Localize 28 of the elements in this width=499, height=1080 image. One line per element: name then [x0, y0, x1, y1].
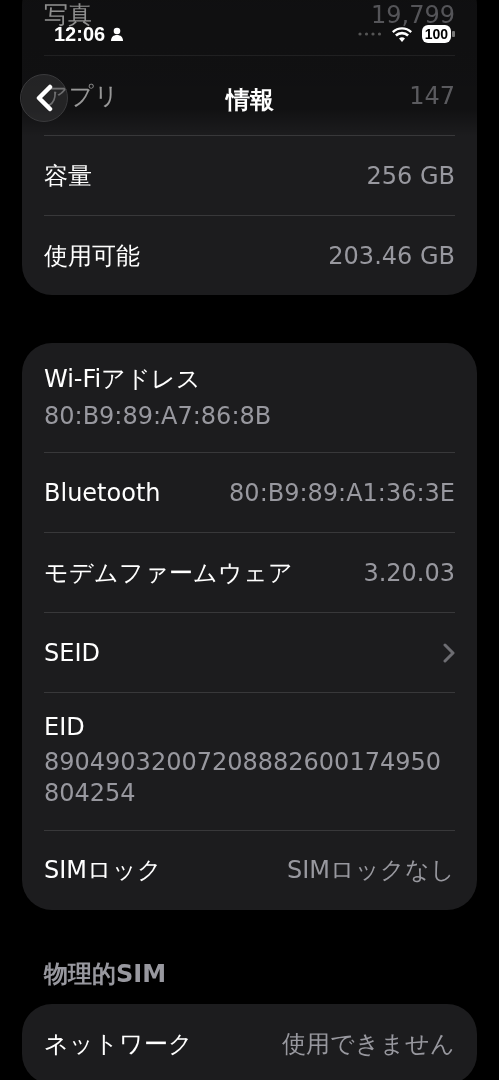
chevron-icon	[443, 642, 455, 663]
back-button[interactable]	[20, 74, 68, 122]
row-value: 80:B9:89:A1:36:3E	[229, 478, 455, 507]
row-value: 80:B9:89:A7:86:8B	[44, 401, 272, 432]
row-label: Bluetooth	[44, 478, 161, 507]
battery-level: 100	[421, 25, 451, 43]
row-value: 256 GB	[366, 161, 455, 190]
section-header: 物理的SIM	[42, 958, 168, 990]
row-label: SIMロック	[44, 855, 163, 887]
row-value: 使用できません	[282, 1028, 455, 1060]
wifi-icon	[391, 26, 412, 42]
row-value: 147	[409, 81, 455, 110]
row-label: EID	[44, 713, 85, 742]
row-value: 3.20.03	[363, 558, 455, 587]
row-value: SIMロックなし	[286, 855, 455, 887]
row-label: Wi-Fiアドレス	[44, 364, 202, 395]
battery-tip-icon	[452, 31, 455, 37]
row-label: モデムファームウェア	[44, 557, 293, 589]
row-label: ネットワーク	[44, 1028, 193, 1060]
row-label: 容量	[44, 160, 92, 192]
row-label: SEID	[44, 638, 100, 667]
signal-icon	[357, 32, 382, 36]
row-value: 203.46 GB	[328, 241, 455, 270]
person-icon	[110, 27, 125, 41]
row-value: 89049032007208882600174950804254	[44, 747, 442, 810]
list-row[interactable]: SEID	[44, 612, 455, 693]
nav-title: 情報	[225, 85, 274, 116]
row-label: 使用可能	[44, 240, 140, 272]
